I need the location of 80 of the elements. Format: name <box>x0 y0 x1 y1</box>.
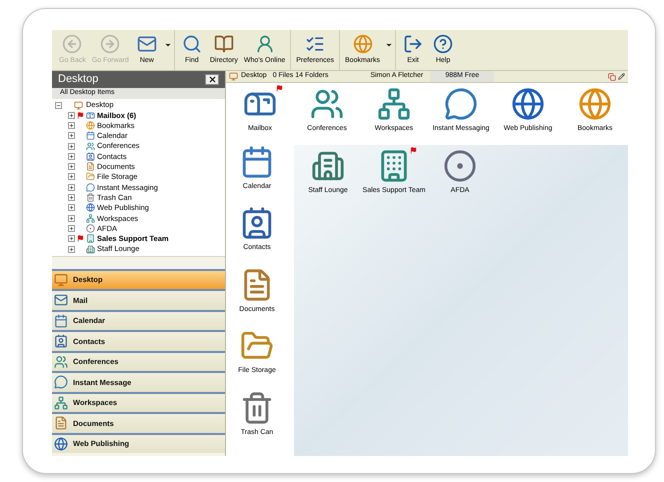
expand-toggle[interactable] <box>68 163 75 170</box>
expand-toggle[interactable] <box>68 235 75 242</box>
exit-icon <box>403 34 424 54</box>
globe-icon <box>578 87 612 121</box>
people-icon <box>86 142 95 151</box>
plus-icon <box>69 195 74 200</box>
expand-toggle[interactable] <box>68 142 75 150</box>
building-icon <box>86 234 95 244</box>
globe-icon <box>54 436 68 451</box>
plus-icon <box>69 226 74 231</box>
expand-toggle[interactable] <box>68 152 75 160</box>
desktop-icon <box>54 272 68 287</box>
help-icon <box>433 34 454 54</box>
envelope-icon <box>54 293 68 308</box>
dropdown-arrow-icon[interactable] <box>385 41 394 49</box>
minus-icon <box>56 102 61 108</box>
expand-toggle[interactable] <box>68 184 75 191</box>
network-icon <box>377 87 411 121</box>
plus-icon <box>69 122 74 128</box>
calendar-icon <box>240 144 274 178</box>
plus-icon <box>69 133 74 138</box>
flag-icon <box>77 112 84 119</box>
people-icon <box>54 354 68 369</box>
flag-icon <box>77 235 84 242</box>
chat-bubble-icon <box>86 182 95 192</box>
plus-icon <box>69 174 74 180</box>
calendar-icon <box>54 314 68 328</box>
trash-icon <box>240 390 274 424</box>
chat-bubble-icon <box>54 375 68 390</box>
expand-toggle[interactable] <box>68 204 75 212</box>
windows-icon[interactable] <box>608 72 616 80</box>
contact-card-icon <box>54 334 68 348</box>
globe-icon <box>86 203 95 212</box>
globe-icon <box>86 120 95 130</box>
chat-bubble-icon <box>444 87 478 121</box>
plus-icon <box>69 205 74 210</box>
network-icon <box>54 396 68 410</box>
desktop-icon <box>74 100 83 110</box>
collapse-toggle[interactable] <box>55 102 62 108</box>
pencil-icon[interactable] <box>618 73 625 80</box>
plus-icon <box>69 112 74 118</box>
people-icon <box>310 87 344 121</box>
trash-icon <box>86 193 95 202</box>
flag-icon <box>276 85 283 92</box>
expand-toggle[interactable] <box>68 246 75 252</box>
expand-toggle[interactable] <box>68 132 75 140</box>
plus-icon <box>69 144 74 149</box>
flag-icon <box>410 146 417 154</box>
desktop-icon <box>229 72 238 81</box>
contact-card-icon <box>240 206 274 240</box>
person-icon <box>254 34 275 54</box>
mailbox-icon <box>86 110 95 120</box>
document-icon <box>54 416 68 430</box>
dropdown-arrow-icon[interactable] <box>164 41 172 49</box>
expand-toggle[interactable] <box>68 194 75 202</box>
close-icon <box>208 75 216 84</box>
expand-toggle[interactable] <box>68 214 75 222</box>
close-button[interactable] <box>205 74 219 85</box>
plus-icon <box>69 236 74 242</box>
plus-icon <box>69 154 74 159</box>
expand-toggle[interactable] <box>68 122 75 129</box>
expand-toggle[interactable] <box>68 112 75 119</box>
book-icon <box>214 34 234 54</box>
globe-icon <box>352 34 373 54</box>
plus-icon <box>69 184 74 190</box>
plus-icon <box>69 246 74 252</box>
search-icon <box>182 34 202 54</box>
expand-toggle[interactable] <box>68 224 75 232</box>
plus-icon <box>69 164 74 170</box>
plus-icon <box>69 216 74 221</box>
envelope-icon <box>136 34 157 54</box>
calendar-icon <box>86 131 95 140</box>
expand-toggle[interactable] <box>68 173 75 180</box>
globe-icon <box>511 87 545 121</box>
network-icon <box>86 214 95 223</box>
folder-icon <box>86 172 95 182</box>
document-icon <box>86 162 95 172</box>
building-icon <box>86 244 95 254</box>
contact-card-icon <box>86 152 95 161</box>
panel-title: Desktop <box>58 72 98 88</box>
